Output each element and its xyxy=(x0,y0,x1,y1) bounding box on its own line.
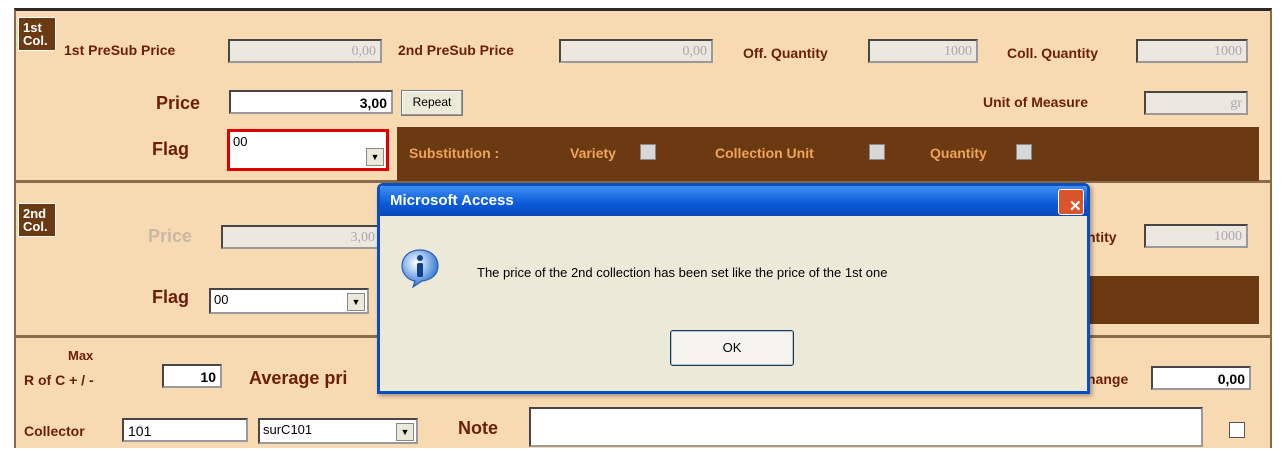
presub1-field[interactable]: 0,00 xyxy=(228,39,382,63)
collection-unit-label: Collection Unit xyxy=(715,145,814,161)
change-field[interactable]: 0,00 xyxy=(1151,366,1251,390)
close-icon: ✕ xyxy=(1069,198,1082,215)
dialog-title: Microsoft Access xyxy=(390,192,514,209)
presub2-field[interactable]: 0,00 xyxy=(559,39,713,63)
rofc-label: R of C + / - xyxy=(24,372,94,388)
chevron-down-icon[interactable]: ▼ xyxy=(366,148,384,166)
price2-field[interactable]: 3,00 xyxy=(221,225,381,249)
first-col-badge-label: 1st Col. xyxy=(23,20,48,48)
chevron-down-icon[interactable]: ▼ xyxy=(347,293,365,311)
uom-field[interactable]: gr xyxy=(1144,91,1248,115)
flag-combo-value: 00 xyxy=(233,134,248,149)
presub1-label: 1st PreSub Price xyxy=(64,42,176,58)
flag2-combo-value: 00 xyxy=(214,292,229,307)
price2-label: Price xyxy=(148,226,193,246)
collector-field[interactable]: 101 xyxy=(122,418,248,442)
second-col-badge: 2nd Col. xyxy=(18,203,56,237)
substitution-bar: Substitution : Variety Collection Unit Q… xyxy=(397,127,1259,181)
variety-label: Variety xyxy=(570,145,616,161)
quantity-label: Quantity xyxy=(930,145,987,161)
note-checkbox[interactable] xyxy=(1229,422,1245,438)
max-label: Max xyxy=(68,348,94,363)
flag2-label: Flag xyxy=(152,287,190,307)
info-icon xyxy=(401,249,439,288)
message-dialog: Microsoft Access ✕ The price of the 2nd … xyxy=(377,183,1090,394)
repeat-button[interactable]: Repeat xyxy=(401,90,463,116)
second-col-badge-label: 2nd Col. xyxy=(23,206,48,234)
presub2-label: 2nd PreSub Price xyxy=(398,42,514,58)
collector-combo[interactable]: surC101 ▼ xyxy=(258,418,418,444)
substitution-bar-2 xyxy=(1086,276,1259,324)
collector-combo-value: surC101 xyxy=(263,422,313,437)
uom-label: Unit of Measure xyxy=(983,94,1089,110)
first-col-badge: 1st Col. xyxy=(18,17,56,51)
off-quantity-label: Off. Quantity xyxy=(743,45,828,61)
flag-label: Flag xyxy=(152,139,190,159)
first-collection-section: 1st Col. 1st PreSub Price 0,00 2nd PreSu… xyxy=(16,11,1270,183)
rofc-field[interactable]: 10 xyxy=(162,364,222,388)
coll-quantity-field[interactable]: 1000 xyxy=(1136,39,1248,63)
dialog-message: The price of the 2nd collection has been… xyxy=(477,265,888,280)
quantity2-label: ntity xyxy=(1087,229,1117,245)
price-label: Price xyxy=(156,93,201,113)
flag-combo[interactable]: 00 ▼ xyxy=(227,129,389,171)
substitution-label: Substitution : xyxy=(409,145,500,161)
chevron-down-icon[interactable]: ▼ xyxy=(396,423,414,441)
coll-quantity-label: Coll. Quantity xyxy=(1007,45,1098,61)
collector-label: Collector xyxy=(24,423,85,439)
quantity-checkbox[interactable] xyxy=(1016,144,1032,160)
variety-checkbox[interactable] xyxy=(640,144,656,160)
change-label: hange xyxy=(1087,371,1129,387)
quantity2-field[interactable]: 1000 xyxy=(1144,224,1248,248)
dialog-title-bar[interactable]: Microsoft Access ✕ xyxy=(380,186,1087,216)
collection-unit-checkbox[interactable] xyxy=(869,144,885,160)
ok-button[interactable]: OK xyxy=(670,330,794,366)
flag2-combo[interactable]: 00 ▼ xyxy=(209,288,369,314)
note-field[interactable] xyxy=(529,407,1203,447)
off-quantity-field[interactable]: 1000 xyxy=(868,39,978,63)
note-label: Note xyxy=(458,418,498,438)
price-field[interactable]: 3,00 xyxy=(229,90,393,114)
average-price-label: Average pri xyxy=(249,368,348,388)
close-button[interactable]: ✕ xyxy=(1058,189,1084,215)
